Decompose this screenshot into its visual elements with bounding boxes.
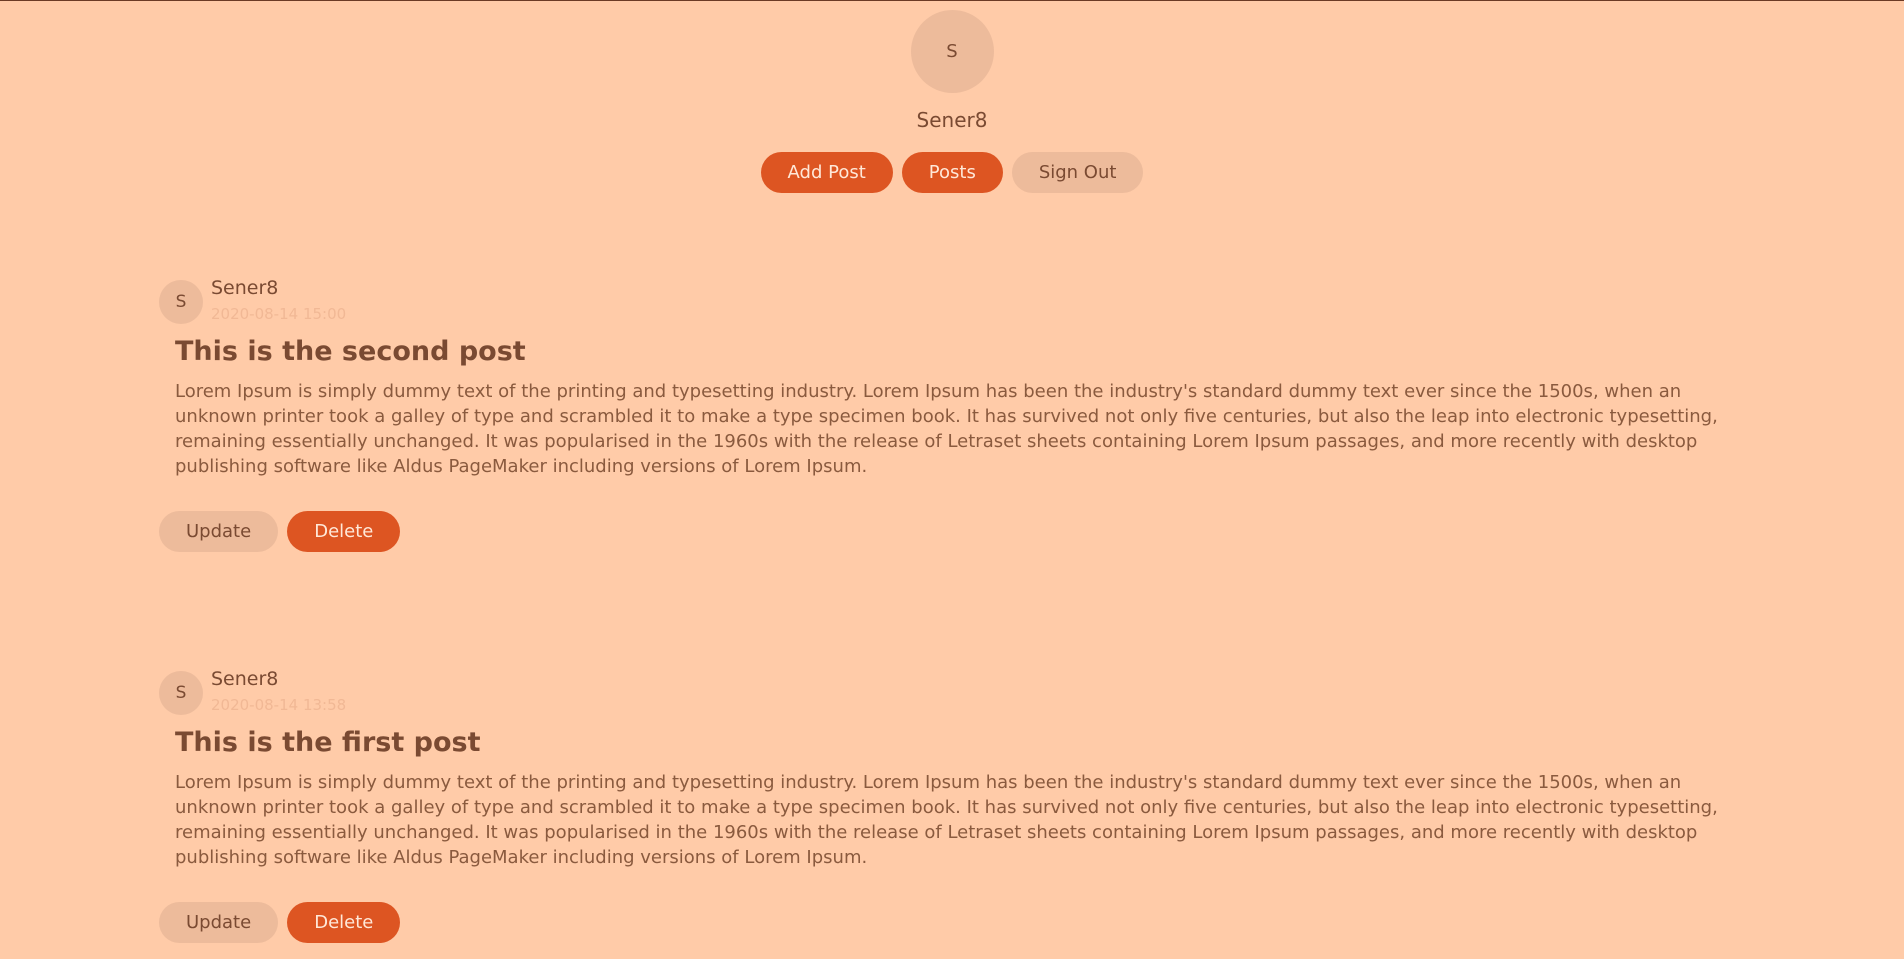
sign-out-button[interactable]: Sign Out <box>1011 152 1144 193</box>
post-meta: S Sener8 2020-08-14 15:00 <box>159 276 1739 324</box>
post-title: This is the first post <box>175 727 481 758</box>
update-post-button[interactable]: Update <box>159 902 279 943</box>
post-author-block: Sener8 2020-08-14 13:58 <box>211 667 346 715</box>
post-actions: Update Delete <box>159 511 1739 552</box>
post-card: S Sener8 2020-08-14 15:00 This is the se… <box>159 276 1739 552</box>
profile-username: Sener8 <box>916 108 988 132</box>
post-meta: S Sener8 2020-08-14 13:58 <box>159 667 1739 715</box>
delete-post-button[interactable]: Delete <box>287 902 401 943</box>
post-date: 2020-08-14 15:00 <box>211 305 347 323</box>
profile-header: S Sener8 Add Post Posts Sign Out <box>0 1 1904 193</box>
post-author-avatar-initial: S <box>175 683 187 703</box>
post-actions: Update Delete <box>159 902 1739 943</box>
post-author-avatar: S <box>159 671 203 715</box>
post-date: 2020-08-14 13:58 <box>211 696 347 714</box>
post-author-avatar-initial: S <box>175 292 187 312</box>
post-body: Lorem Ipsum is simply dummy text of the … <box>175 772 1718 868</box>
user-avatar: S <box>910 10 994 93</box>
add-post-button[interactable]: Add Post <box>760 152 893 193</box>
post-author-name: Sener8 <box>211 668 279 690</box>
update-post-button[interactable]: Update <box>159 511 279 552</box>
post-author-name: Sener8 <box>211 277 279 299</box>
post-author-block: Sener8 2020-08-14 15:00 <box>211 276 346 324</box>
post-title: This is the second post <box>175 336 526 367</box>
post-body: Lorem Ipsum is simply dummy text of the … <box>175 381 1718 477</box>
post-card: S Sener8 2020-08-14 13:58 This is the fi… <box>159 667 1739 943</box>
post-author-avatar: S <box>159 280 203 324</box>
posts-button[interactable]: Posts <box>901 152 1003 193</box>
user-avatar-initial: S <box>946 41 958 62</box>
main-nav: Add Post Posts Sign Out <box>760 152 1144 193</box>
delete-post-button[interactable]: Delete <box>287 511 401 552</box>
